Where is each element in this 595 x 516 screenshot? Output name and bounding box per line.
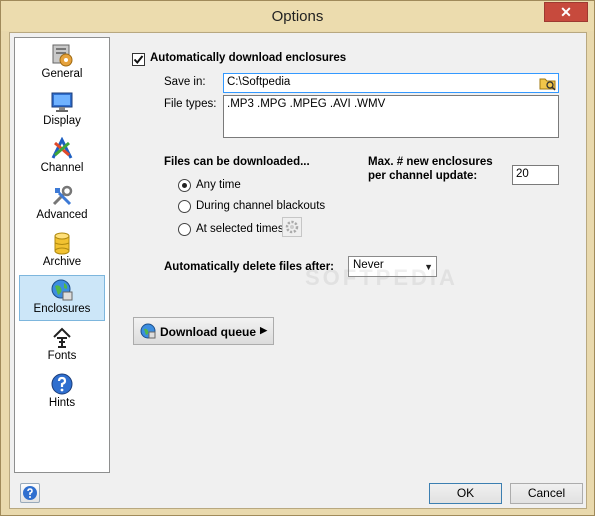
radio-selected-dot (182, 183, 187, 188)
sidebar-item-label: Hints (48, 397, 76, 409)
globe-icon (140, 323, 156, 339)
browse-folder-icon[interactable] (539, 75, 557, 91)
auto-download-checkbox[interactable] (132, 53, 145, 66)
options-sidebar: General Display Channel Advanced Archive… (14, 37, 110, 473)
max-enclosures-field[interactable]: 20 (512, 165, 559, 185)
during-blackouts-radio[interactable] (178, 200, 191, 213)
help-icon (23, 486, 37, 500)
monitor-icon (51, 92, 73, 112)
enclosures-panel: Automatically download enclosures Save i… (110, 33, 586, 479)
file-types-label: File types: (164, 98, 217, 110)
close-button[interactable]: ✕ (544, 2, 588, 22)
cancel-button[interactable]: Cancel (510, 483, 583, 504)
at-selected-times-label: At selected times (196, 223, 284, 235)
channel-icon (51, 137, 73, 159)
database-icon (54, 232, 70, 255)
watermark: SOFTPEDIA (305, 265, 458, 290)
sidebar-item-enclosures[interactable]: Enclosures (19, 275, 105, 321)
sidebar-item-label: Enclosures (33, 303, 91, 315)
sidebar-item-fonts[interactable]: Fonts (19, 322, 105, 368)
sidebar-item-general[interactable]: General (19, 40, 105, 86)
title-bar[interactable]: Options ✕ (1, 1, 594, 31)
checkmark-icon (133, 55, 144, 65)
auto-download-label: Automatically download enclosures (150, 52, 347, 64)
save-in-label: Save in: (164, 76, 206, 88)
sidebar-item-hints[interactable]: Hints (19, 369, 105, 415)
any-time-radio[interactable] (178, 179, 191, 192)
general-settings-icon (52, 44, 73, 67)
sidebar-item-label: Fonts (47, 350, 77, 362)
dialog-client-area: General Display Channel Advanced Archive… (9, 32, 587, 509)
max-enclosures-label-line1: Max. # new enclosures (368, 156, 493, 168)
sidebar-item-label: Archive (42, 256, 82, 268)
sidebar-item-label: General (41, 68, 83, 80)
max-enclosures-label-line2: per channel update: (368, 170, 478, 182)
question-icon (51, 373, 73, 395)
sidebar-item-channel[interactable]: Channel (19, 134, 105, 180)
window-title: Options (271, 8, 324, 25)
at-selected-times-radio[interactable] (178, 223, 191, 236)
globe-icon (51, 279, 73, 301)
sidebar-item-archive[interactable]: Archive (19, 228, 105, 274)
save-in-field[interactable]: C:\Softpedia (223, 73, 559, 93)
files-can-be-downloaded-label: Files can be downloaded... (164, 156, 310, 168)
tools-icon (52, 185, 73, 206)
ok-button[interactable]: OK (429, 483, 502, 504)
help-button[interactable] (20, 483, 40, 503)
font-icon (53, 327, 71, 348)
sidebar-item-label: Advanced (36, 209, 88, 221)
chevron-right-icon: ▶ (260, 325, 267, 335)
download-queue-label: Download queue (160, 325, 256, 339)
sidebar-item-label: Display (43, 115, 81, 127)
during-blackouts-label: During channel blackouts (196, 200, 326, 212)
any-time-label: Any time (196, 179, 241, 191)
gear-icon (285, 220, 299, 234)
sidebar-item-display[interactable]: Display (19, 87, 105, 133)
sidebar-item-advanced[interactable]: Advanced (19, 181, 105, 227)
options-window: Options ✕ General Display Channel Advanc… (0, 0, 595, 516)
download-queue-button[interactable]: Download queue ▶ (133, 317, 274, 345)
file-types-field[interactable]: .MP3 .MPG .MPEG .AVI .WMV (223, 95, 559, 138)
schedule-settings-button[interactable] (282, 217, 302, 237)
sidebar-item-label: Channel (40, 162, 84, 174)
